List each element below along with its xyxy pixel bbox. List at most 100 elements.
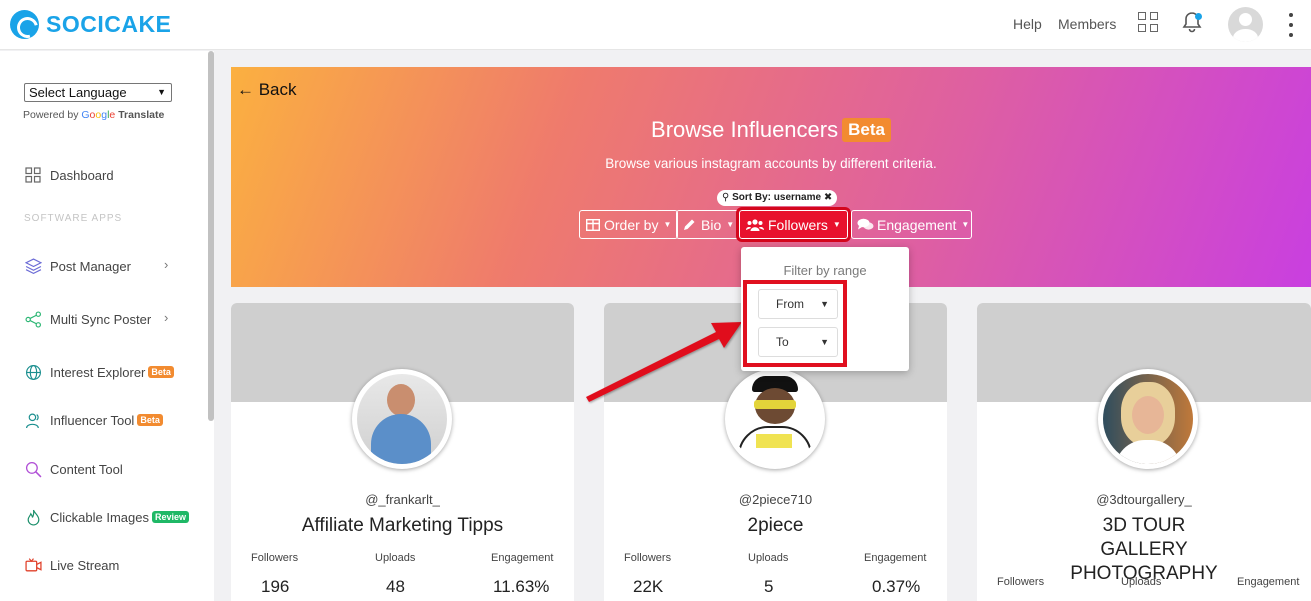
caret-down-icon: ▼	[832, 220, 841, 229]
stat-value: 11.63%	[493, 577, 550, 596]
back-link[interactable]: ← Back	[237, 80, 297, 100]
users-icon	[24, 411, 42, 429]
sidebar-item-content-tool[interactable]: Content Tool	[24, 460, 123, 478]
avatar	[1098, 369, 1198, 469]
sidebar-item-interest-explorer[interactable]: Interest Explorer Beta	[24, 363, 174, 381]
dropdown-title: Filter by range	[783, 263, 867, 278]
review-badge: Review	[152, 511, 190, 523]
apps-grid-icon[interactable]	[1138, 12, 1158, 32]
stat-label: Followers	[251, 552, 299, 564]
language-select[interactable]: Select Language ▼	[24, 83, 172, 102]
sidebar-item-dashboard[interactable]: Dashboard	[24, 166, 114, 184]
bell-icon[interactable]	[1180, 10, 1204, 34]
caret-down-icon: ▼	[726, 220, 735, 229]
sidebar-item-label: Interest Explorer	[50, 364, 146, 380]
stat-value: 48	[386, 577, 405, 596]
google-logo: Google	[81, 109, 116, 121]
beta-badge: Beta	[148, 366, 174, 378]
translate-text: Translate	[118, 109, 165, 121]
stat-label: Followers	[997, 576, 1045, 588]
followers-button[interactable]: Followers ▼	[736, 207, 851, 242]
sort-pill-label: Sort By: username	[732, 192, 822, 203]
pencil-icon	[684, 219, 695, 230]
to-select[interactable]: To ▼	[758, 327, 838, 357]
video-icon	[24, 556, 42, 574]
help-link[interactable]: Help	[1013, 16, 1042, 32]
sidebar-item-live-stream[interactable]: Live Stream	[24, 556, 119, 574]
annotation-arrow	[586, 322, 742, 402]
logo[interactable]: SOCICAKE	[10, 10, 171, 39]
sidebar-scrollbar[interactable]	[208, 51, 214, 421]
profile-photo	[357, 374, 447, 464]
powered-by-text: Powered by	[23, 109, 79, 121]
top-bar: SOCICAKE Help Members	[0, 0, 1311, 50]
card-handle: @3dtourgallery_	[1096, 492, 1192, 507]
from-select[interactable]: From ▼	[758, 289, 838, 319]
stat-label: Engagement	[864, 552, 927, 564]
search-icon	[24, 460, 42, 478]
bio-button[interactable]: Bio ▼	[676, 210, 742, 239]
stat-value: 196	[261, 577, 290, 596]
more-menu-icon[interactable]	[1288, 13, 1294, 37]
followers-label: Followers	[768, 216, 828, 233]
stat-label: Followers	[624, 552, 672, 564]
caret-down-icon: ▼	[663, 220, 672, 229]
members-link[interactable]: Members	[1058, 16, 1116, 32]
sidebar-section-label: SOFTWARE APPS	[24, 213, 123, 224]
from-select-label: From	[776, 297, 804, 311]
close-icon[interactable]: ✖	[824, 192, 832, 203]
dashboard-icon	[24, 166, 42, 184]
chevron-down-icon: ▼	[157, 87, 166, 97]
table-icon	[586, 218, 600, 231]
stat-value: 0.37%	[872, 577, 921, 596]
chevron-right-icon: ›	[164, 257, 169, 272]
chevron-down-icon: ▼	[820, 337, 829, 347]
stat-value: 5	[764, 577, 774, 596]
order-by-button[interactable]: Order by ▼	[579, 210, 679, 239]
sidebar-item-label: Dashboard	[50, 167, 114, 183]
sidebar-item-post-manager[interactable]: Post Manager	[24, 257, 131, 275]
sidebar-item-label: Live Stream	[50, 557, 120, 573]
influencer-card[interactable]: @3dtourgallery_ 3D TOUR GALLERY PHOTOGRA…	[977, 303, 1311, 601]
stat-label: Uploads	[375, 552, 416, 564]
sidebar-item-clickable-images[interactable]: Clickable Images Review	[24, 508, 190, 526]
stat-value: 22K	[633, 577, 664, 596]
sidebar-item-influencer-tool[interactable]: Influencer Tool Beta	[24, 411, 163, 429]
sidebar: Select Language ▼ Powered by Google Tran…	[0, 51, 214, 601]
share-icon	[24, 310, 42, 328]
language-select-label: Select Language	[29, 85, 127, 100]
sidebar-item-label: Multi Sync Poster	[50, 311, 152, 327]
engagement-button-border	[851, 210, 972, 239]
page-title-text: Browse Influencers	[651, 117, 839, 142]
chevron-down-icon: ▼	[820, 299, 829, 309]
pin-icon: ⚲	[722, 192, 730, 203]
followers-range-dropdown: Filter by range From ▼ To ▼	[741, 247, 909, 371]
stat-label: Uploads	[1121, 576, 1162, 588]
powered-by-google-translate: Powered by Google Translate	[23, 109, 164, 121]
sidebar-item-label: Clickable Images	[50, 509, 149, 525]
card-name: 2piece	[747, 515, 804, 536]
page-title: Browse Influencers Beta	[231, 117, 1311, 143]
title-beta-badge: Beta	[842, 118, 891, 142]
stat-label: Engagement	[491, 552, 554, 564]
influencer-card[interactable]: @_frankarlt_ Affiliate Marketing Tipps F…	[231, 303, 574, 601]
layers-icon	[24, 257, 42, 275]
bio-label: Bio	[701, 216, 722, 233]
stat-label: Engagement	[1237, 576, 1300, 588]
profile-photo	[1103, 374, 1193, 464]
to-select-label: To	[776, 335, 789, 349]
stat-label: Uploads	[748, 552, 789, 564]
range-highlight-box: From ▼ To ▼	[743, 280, 847, 367]
sidebar-item-label: Content Tool	[50, 461, 123, 477]
users-icon	[746, 218, 764, 231]
logo-icon	[10, 10, 39, 39]
fire-icon	[24, 508, 42, 526]
card-handle: @2piece710	[738, 492, 813, 507]
sort-pill[interactable]: ⚲ Sort By: username ✖	[717, 190, 838, 206]
sidebar-item-multi-sync-poster[interactable]: Multi Sync Poster	[24, 310, 151, 328]
order-by-label: Order by	[604, 216, 659, 233]
beta-badge: Beta	[137, 414, 163, 426]
user-avatar[interactable]	[1228, 7, 1263, 42]
chevron-right-icon: ›	[164, 310, 169, 325]
card-handle: @_frankarlt_	[365, 492, 440, 507]
